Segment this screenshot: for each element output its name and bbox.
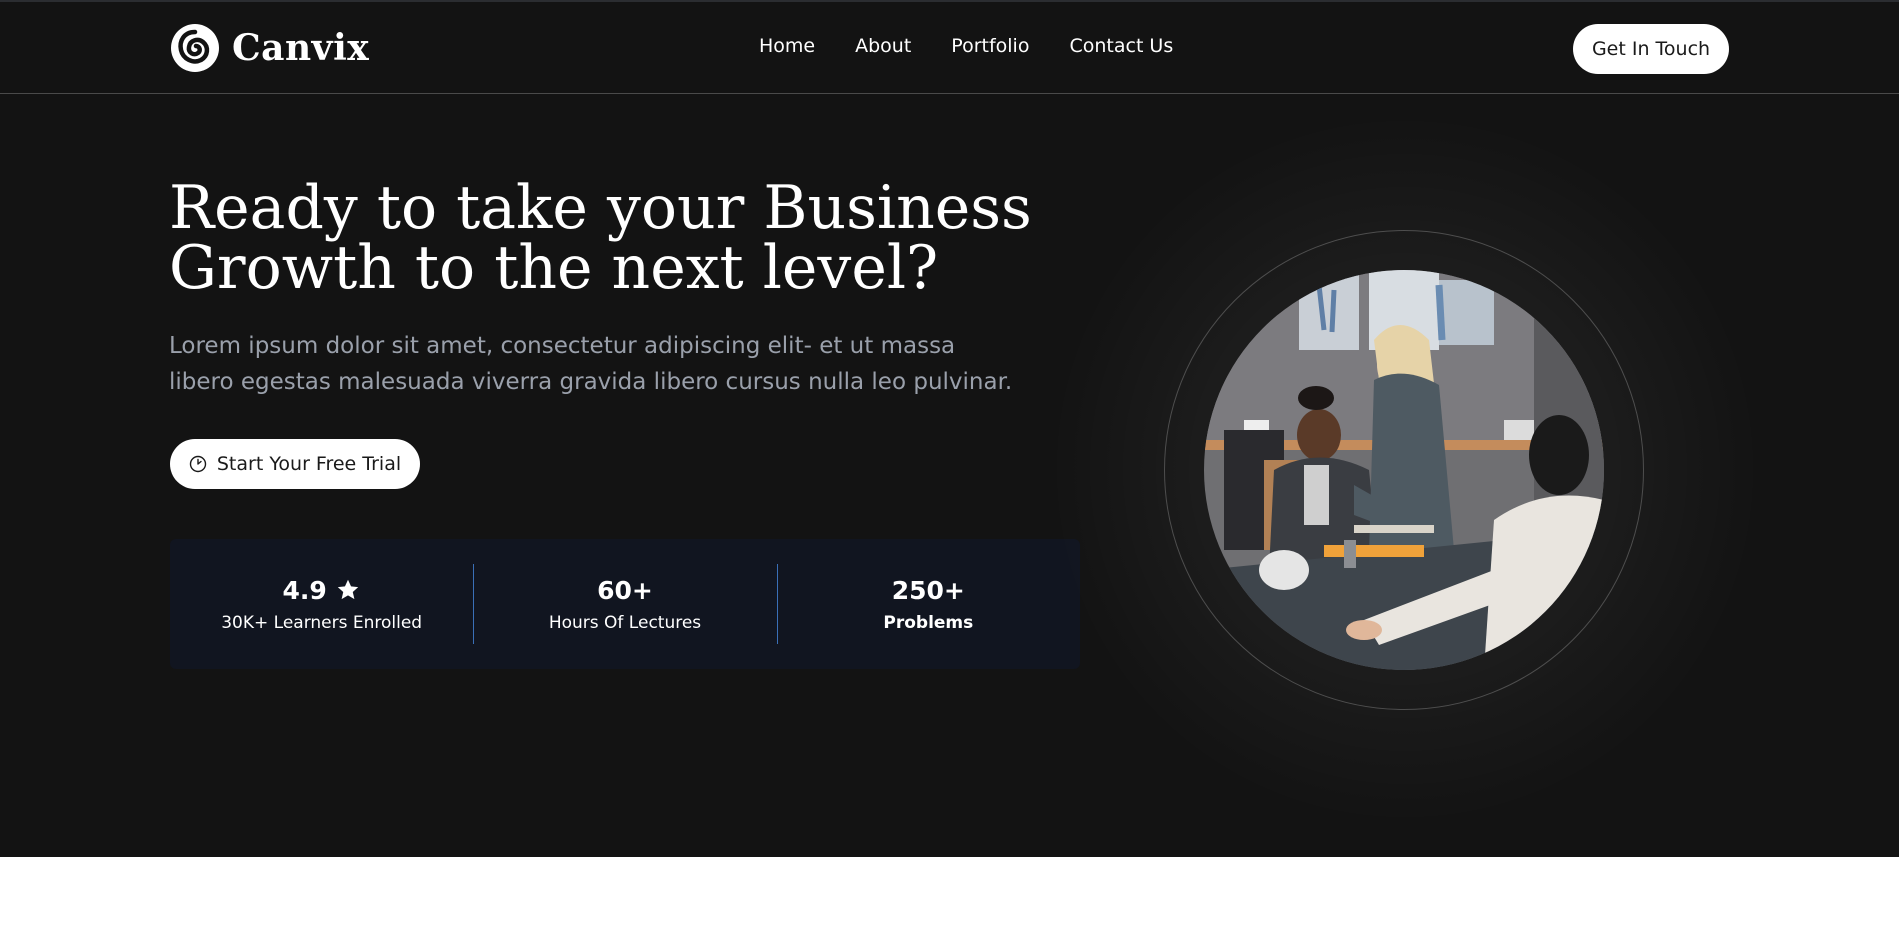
subtext-line-1: Lorem ipsum dolor sit amet, consectetur …	[169, 333, 956, 359]
top-navbar: Canvix Home About Portfolio Contact Us G…	[0, 2, 1899, 94]
star-icon	[337, 579, 358, 600]
brand-name: Canvix	[232, 27, 370, 69]
stat-rating-value-row: 4.9	[283, 576, 361, 605]
stat-hours: 60+ Hours Of Lectures	[473, 539, 776, 669]
main-menu: Home About Portfolio Contact Us	[759, 35, 1173, 57]
nav-item-portfolio[interactable]: Portfolio	[951, 35, 1029, 57]
stat-problems: 250+ Problems	[776, 539, 1080, 669]
swirl-logo-icon	[171, 24, 219, 72]
get-in-touch-button[interactable]: Get In Touch	[1573, 24, 1729, 74]
nav-item-home[interactable]: Home	[759, 35, 815, 57]
start-free-trial-button[interactable]: Start Your Free Trial	[170, 439, 420, 489]
stat-hours-value: 60+	[597, 575, 653, 605]
stat-rating: 4.9 30K+ Learners Enrolled	[170, 539, 473, 669]
trial-button-label: Start Your Free Trial	[216, 453, 402, 475]
hero-subtext: Lorem ipsum dolor sit amet, consectetur …	[169, 328, 1029, 400]
hero-headline: Ready to take your Business Growth to th…	[169, 178, 1089, 298]
subtext-line-2: libero egestas malesuada viverra gravida…	[169, 369, 1013, 395]
headline-line-2: Growth to the next level?	[169, 233, 939, 303]
stat-hours-label: Hours Of Lectures	[548, 612, 702, 633]
stat-problems-label: Problems	[883, 612, 974, 633]
nav-item-about[interactable]: About	[855, 35, 911, 57]
hero-section: Canvix Home About Portfolio Contact Us G…	[0, 0, 1899, 857]
nav-item-contact-us[interactable]: Contact Us	[1069, 35, 1173, 57]
hero-team-photo	[1204, 270, 1604, 670]
office-team-illustration	[1204, 270, 1604, 670]
clock-icon	[189, 455, 207, 473]
stat-rating-label: 30K+ Learners Enrolled	[221, 612, 423, 633]
stat-problems-value: 250+	[891, 575, 965, 605]
stat-rating-value: 4.9	[282, 575, 327, 605]
stats-panel: 4.9 30K+ Learners Enrolled 60+ Hours Of …	[170, 539, 1080, 669]
brand-logo[interactable]: Canvix	[170, 22, 369, 74]
